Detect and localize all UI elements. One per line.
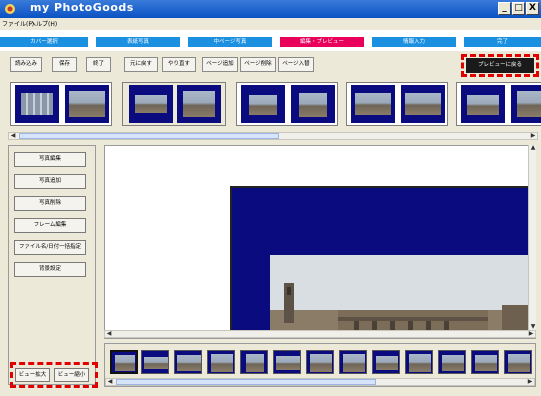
colosseum-photo[interactable] bbox=[270, 255, 528, 330]
highlight-box bbox=[461, 54, 539, 77]
step-bar: カバー選択 表紙写真 中ページ写真 編集・プレビュー 情報入力 完了 bbox=[0, 30, 541, 51]
close-button[interactable]: X bbox=[526, 2, 539, 15]
page-thumbnail-strip bbox=[0, 78, 541, 132]
page-thumbnail bbox=[351, 85, 395, 123]
page-thumbnail bbox=[177, 85, 221, 123]
step-arrow-icon bbox=[180, 37, 188, 47]
step-cover: カバー選択 bbox=[0, 37, 88, 47]
toolbar: 読み込み 保存 終了 元に戻す やり直す ページ追加 ページ削除 ページ入替 bbox=[0, 52, 541, 76]
app-icon bbox=[5, 4, 15, 14]
filmstrip-scrollbar[interactable]: ◀ ▶ bbox=[105, 378, 535, 386]
page-spread[interactable] bbox=[236, 82, 338, 126]
photo-filmstrip: ◀ ▶ bbox=[104, 343, 536, 387]
scroll-left-icon[interactable]: ◀ bbox=[9, 133, 17, 139]
edit-photo-button[interactable]: 写真編集 bbox=[14, 152, 86, 167]
page-thumbnail bbox=[65, 85, 109, 123]
add-photo-button[interactable]: 写真追加 bbox=[14, 174, 86, 189]
menu-help[interactable]: ヘルプ(H) bbox=[30, 19, 57, 28]
film-thumbnail[interactable] bbox=[504, 350, 532, 374]
film-thumbnail[interactable] bbox=[110, 350, 138, 374]
page-thumbnail bbox=[401, 85, 445, 123]
film-thumbnail[interactable] bbox=[273, 350, 301, 374]
film-thumbnail[interactable] bbox=[471, 350, 499, 374]
step-inner-photo: 中ページ写真 bbox=[188, 37, 272, 47]
page-thumbnail bbox=[461, 85, 505, 123]
editor-horizontal-scrollbar[interactable]: ◀ ▶ bbox=[104, 330, 536, 338]
film-thumbnail[interactable] bbox=[240, 350, 268, 374]
delete-photo-button[interactable]: 写真削除 bbox=[14, 196, 86, 211]
page-thumbnail bbox=[511, 85, 541, 123]
film-thumbnail[interactable] bbox=[174, 350, 202, 374]
page-thumbnail bbox=[241, 85, 285, 123]
exit-button[interactable]: 終了 bbox=[86, 57, 111, 72]
redo-button[interactable]: やり直す bbox=[162, 57, 196, 72]
thumbnail-strip-scrollbar[interactable]: ◀ ▶ bbox=[8, 132, 538, 140]
minimize-button[interactable]: _ bbox=[498, 2, 511, 15]
scroll-right-icon[interactable]: ▶ bbox=[526, 379, 534, 385]
page-spread[interactable] bbox=[10, 82, 112, 126]
editor-vertical-scrollbar[interactable]: ▲ ▼ bbox=[528, 145, 536, 330]
scrollbar-thumb[interactable] bbox=[19, 133, 279, 139]
menu-bar: ファイル(F) ヘルプ(H) bbox=[0, 18, 541, 30]
page-thumbnail bbox=[129, 85, 173, 123]
add-page-button[interactable]: ページ追加 bbox=[202, 57, 238, 72]
undo-button[interactable]: 元に戻す bbox=[124, 57, 158, 72]
swap-page-button[interactable]: ページ入替 bbox=[278, 57, 314, 72]
highlight-box bbox=[10, 362, 98, 388]
load-button[interactable]: 読み込み bbox=[10, 57, 42, 72]
maximize-button[interactable]: □ bbox=[512, 2, 525, 15]
scroll-up-icon[interactable]: ▲ bbox=[529, 145, 537, 151]
scroll-right-icon[interactable]: ▶ bbox=[529, 133, 537, 139]
step-arrow-icon bbox=[456, 37, 464, 47]
edit-frame-button[interactable]: フレーム編集 bbox=[14, 218, 86, 233]
step-cover-photo: 表紙写真 bbox=[96, 37, 180, 47]
page-thumbnail bbox=[291, 85, 335, 123]
step-complete: 完了 bbox=[464, 37, 541, 47]
page-thumbnail bbox=[15, 85, 59, 123]
tool-panel: 写真編集 写真追加 写真削除 フレーム編集 ファイル名/日付一括指定 背景設定 bbox=[8, 145, 96, 385]
step-info-input: 情報入力 bbox=[372, 37, 456, 47]
app-window: my PhotoGoods _ □ X ファイル(F) ヘルプ(H) カバー選択… bbox=[0, 0, 541, 396]
delete-page-button[interactable]: ページ削除 bbox=[240, 57, 276, 72]
step-edit-preview: 編集・プレビュー bbox=[280, 37, 364, 47]
film-thumbnail[interactable] bbox=[207, 350, 235, 374]
scroll-left-icon[interactable]: ◀ bbox=[106, 379, 114, 385]
colosseum-image bbox=[270, 255, 528, 330]
film-thumbnail[interactable] bbox=[372, 350, 400, 374]
page-spread[interactable] bbox=[122, 82, 226, 126]
page-spread[interactable] bbox=[456, 82, 541, 126]
scroll-left-icon[interactable]: ◀ bbox=[105, 331, 113, 337]
film-thumbnail[interactable] bbox=[141, 350, 169, 374]
step-arrow-icon bbox=[88, 37, 96, 47]
film-thumbnail[interactable] bbox=[405, 350, 433, 374]
scroll-right-icon[interactable]: ▶ bbox=[527, 331, 535, 337]
filename-date-button[interactable]: ファイル名/日付一括指定 bbox=[14, 240, 86, 255]
window-title: my PhotoGoods bbox=[30, 1, 134, 14]
film-thumbnail[interactable] bbox=[339, 350, 367, 374]
background-settings-button[interactable]: 背景設定 bbox=[14, 262, 86, 277]
film-thumbnail[interactable] bbox=[438, 350, 466, 374]
step-arrow-icon bbox=[364, 37, 372, 47]
title-bar: my PhotoGoods _ □ X bbox=[0, 0, 541, 18]
page-spread[interactable] bbox=[346, 82, 448, 126]
scrollbar-thumb[interactable] bbox=[116, 379, 376, 385]
save-button[interactable]: 保存 bbox=[52, 57, 77, 72]
film-thumbnail[interactable] bbox=[306, 350, 334, 374]
step-arrow-icon bbox=[272, 37, 280, 47]
